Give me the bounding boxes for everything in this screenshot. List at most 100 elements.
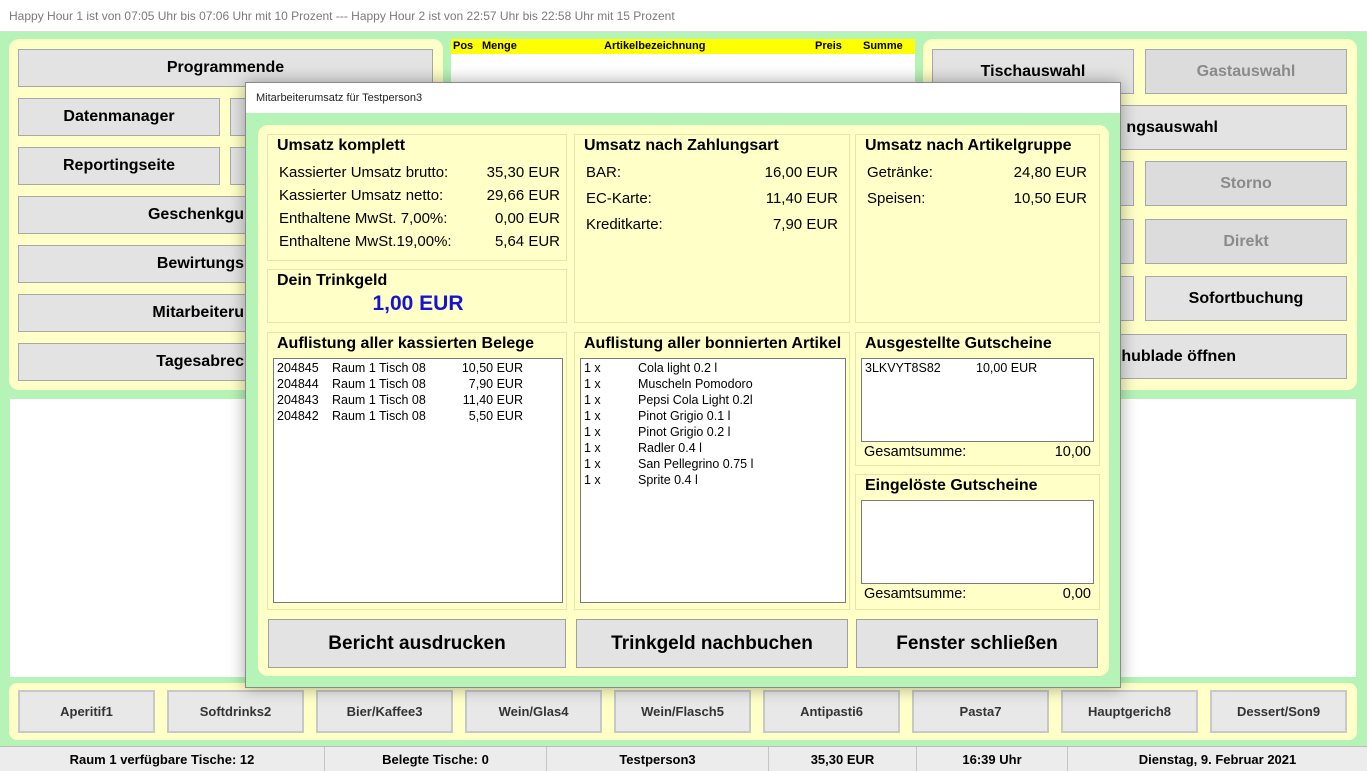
- item-quantity: 1 x: [584, 409, 601, 423]
- sofortbuchung-button[interactable]: Sofortbuchung: [1145, 276, 1347, 321]
- receipt-number: 204844: [277, 377, 319, 391]
- stat-row: Kreditkarte: 7,90 EUR: [586, 216, 838, 234]
- category-button[interactable]: Softdrinks2: [167, 690, 304, 733]
- close-window-button[interactable]: Fenster schließen: [856, 619, 1098, 668]
- stat-row: Enthaltene MwSt. 7,00%: 0,00 EUR: [279, 210, 560, 228]
- storno-button[interactable]: Storno: [1145, 161, 1347, 206]
- category-button[interactable]: Antipasti6: [763, 690, 900, 733]
- receipt-number: 204842: [277, 409, 319, 423]
- status-date: Dienstag, 9. Februar 2021: [1138, 751, 1297, 767]
- group-title: Auflistung aller kassierten Belege: [277, 335, 534, 352]
- tip-value: 1,00 EUR: [372, 292, 464, 315]
- group-title: Ausgestellte Gutscheine: [865, 335, 1052, 352]
- dialog-title-bar: Mitarbeiterumsatz für Testperson3: [246, 83, 1120, 113]
- status-user: Testperson3: [547, 747, 769, 771]
- list-item[interactable]: 1 x Radler 0.4 l: [584, 441, 842, 457]
- total-label: Gesamtsumme:: [864, 586, 967, 602]
- category-button[interactable]: Dessert/Son9: [1210, 690, 1347, 733]
- total-value: 0,00: [1062, 586, 1091, 602]
- receipt-location: Raum 1 Tisch 08: [332, 377, 426, 391]
- item-quantity: 1 x: [584, 473, 601, 487]
- group-title: Auflistung aller bonnierten Artikel: [584, 335, 842, 352]
- stat-label: Kreditkarte:: [586, 216, 663, 233]
- group-title: Eingelöste Gutscheine: [865, 477, 1038, 494]
- item-name: Pinot Grigio 0.1 l: [638, 409, 731, 423]
- stat-label: Enthaltene MwSt.19,00%:: [279, 233, 452, 250]
- stat-row: Enthaltene MwSt.19,00%: 5,64 EUR: [279, 233, 560, 251]
- employee-revenue-dialog: Mitarbeiterumsatz für Testperson3 Umsatz…: [245, 82, 1121, 688]
- stat-value: 10,50 EUR: [1013, 190, 1087, 207]
- order-table-body[interactable]: [451, 54, 915, 82]
- group-umsatz-artikelgruppe: Umsatz nach Artikelgruppe Getränke: 24,8…: [855, 134, 1100, 323]
- issued-vouchers-list[interactable]: 3LKVYT8S82 10,00 EUR: [861, 358, 1094, 442]
- reportingseite-button[interactable]: Reportingseite: [18, 147, 220, 185]
- print-report-button[interactable]: Bericht ausdrucken: [268, 619, 566, 668]
- list-item[interactable]: 204843 Raum 1 Tisch 08 11,40 EUR: [277, 393, 559, 409]
- item-name: Pepsi Cola Light 0.2l: [638, 393, 753, 407]
- category-button[interactable]: Aperitif1: [18, 690, 155, 733]
- group-title: Umsatz komplett: [277, 137, 406, 154]
- col-summe: Summe: [863, 40, 903, 52]
- stat-value: 5,64 EUR: [494, 233, 560, 250]
- stat-label: BAR:: [586, 164, 622, 181]
- receipt-location: Raum 1 Tisch 08: [332, 393, 426, 407]
- group-umsatz-zahlungsart: Umsatz nach Zahlungsart BAR: 16,00 EUR E…: [574, 134, 850, 323]
- list-item[interactable]: 1 x Pepsi Cola Light 0.2l: [584, 393, 842, 409]
- group-trinkgeld: Dein Trinkgeld 1,00 EUR: [267, 269, 567, 323]
- receipt-amount: 5,50 EUR: [468, 409, 523, 423]
- receipt-amount: 11,40 EUR: [462, 393, 523, 407]
- direkt-button[interactable]: Direkt: [1145, 219, 1347, 264]
- category-button[interactable]: Bier/Kaffee3: [316, 690, 453, 733]
- group-eingeloeste-gutscheine: Eingelöste Gutscheine Gesamtsumme: 0,00: [855, 474, 1100, 610]
- list-item[interactable]: 1 x Sprite 0.4 l: [584, 473, 842, 489]
- col-preis: Preis: [815, 40, 842, 52]
- receipt-location: Raum 1 Tisch 08: [332, 409, 426, 423]
- group-umsatz-komplett: Umsatz komplett Kassierter Umsatz brutto…: [267, 134, 567, 261]
- stat-label: Speisen:: [867, 190, 926, 207]
- receipt-number: 204843: [277, 393, 319, 407]
- list-item[interactable]: 204845 Raum 1 Tisch 08 10,50 EUR: [277, 361, 559, 377]
- window-title-bar: Happy Hour 1 ist von 07:05 Uhr bis 07:06…: [0, 0, 1367, 32]
- receipts-list[interactable]: 204845 Raum 1 Tisch 08 10,50 EUR 204844 …: [273, 358, 563, 603]
- category-button[interactable]: Wein/Flasch5: [614, 690, 751, 733]
- stat-label: Kassierter Umsatz brutto:: [279, 164, 449, 181]
- item-quantity: 1 x: [584, 393, 601, 407]
- voucher-code: 3LKVYT8S82: [865, 361, 941, 375]
- list-item[interactable]: 1 x Muscheln Pomodoro: [584, 377, 842, 393]
- dialog-title: Mitarbeiterumsatz für Testperson3: [256, 92, 423, 104]
- gastauswahl-button[interactable]: Gastauswahl: [1145, 49, 1347, 94]
- stat-value: 24,80 EUR: [1013, 164, 1087, 181]
- stat-value: 16,00 EUR: [764, 164, 838, 181]
- list-item[interactable]: 1 x San Pellegrino 0.75 l: [584, 457, 842, 473]
- book-tip-button[interactable]: Trinkgeld nachbuchen: [576, 619, 848, 668]
- item-name: San Pellegrino 0.75 l: [638, 457, 754, 471]
- category-button[interactable]: Wein/Glas4: [465, 690, 602, 733]
- group-title: Dein Trinkgeld: [277, 272, 388, 289]
- col-pos: Pos: [453, 40, 474, 52]
- stat-row: BAR: 16,00 EUR: [586, 164, 838, 182]
- receipt-location: Raum 1 Tisch 08: [332, 361, 426, 375]
- receipt-number: 204845: [277, 361, 319, 375]
- receipt-amount: 7,90 EUR: [468, 377, 523, 391]
- list-item[interactable]: 1 x Pinot Grigio 0.2 l: [584, 425, 842, 441]
- category-button[interactable]: Hauptgerich8: [1061, 690, 1198, 733]
- datenmanager-button[interactable]: Datenmanager: [18, 98, 220, 136]
- list-item[interactable]: 1 x Cola light 0.2 l: [584, 361, 842, 377]
- voucher-amount: 10,00 EUR: [976, 361, 1038, 375]
- stat-value: 0,00 EUR: [494, 210, 560, 227]
- stat-label: Kassierter Umsatz netto:: [279, 187, 444, 204]
- list-item[interactable]: 204844 Raum 1 Tisch 08 7,90 EUR: [277, 377, 559, 393]
- articles-list[interactable]: 1 x Cola light 0.2 l 1 x Muscheln Pomodoro…: [580, 358, 846, 603]
- category-button[interactable]: Pasta7: [912, 690, 1049, 733]
- stat-label: Enthaltene MwSt. 7,00%:: [279, 210, 448, 227]
- stat-row: EC-Karte: 11,40 EUR: [586, 190, 838, 208]
- issued-total-row: Gesamtsumme: 10,00: [864, 444, 1091, 462]
- order-table-header: Pos Menge Artikelbezeichnung Preis Summe: [451, 39, 915, 54]
- redeemed-vouchers-list[interactable]: [861, 500, 1094, 584]
- list-item[interactable]: 3LKVYT8S82 10,00 EUR: [865, 361, 1090, 377]
- list-item[interactable]: 1 x Pinot Grigio 0.1 l: [584, 409, 842, 425]
- list-item[interactable]: 204842 Raum 1 Tisch 08 5,50 EUR: [277, 409, 559, 425]
- stat-value: 7,90 EUR: [772, 216, 838, 233]
- status-tables-occupied: Belegte Tische: 0: [325, 747, 547, 771]
- item-quantity: 1 x: [584, 361, 601, 375]
